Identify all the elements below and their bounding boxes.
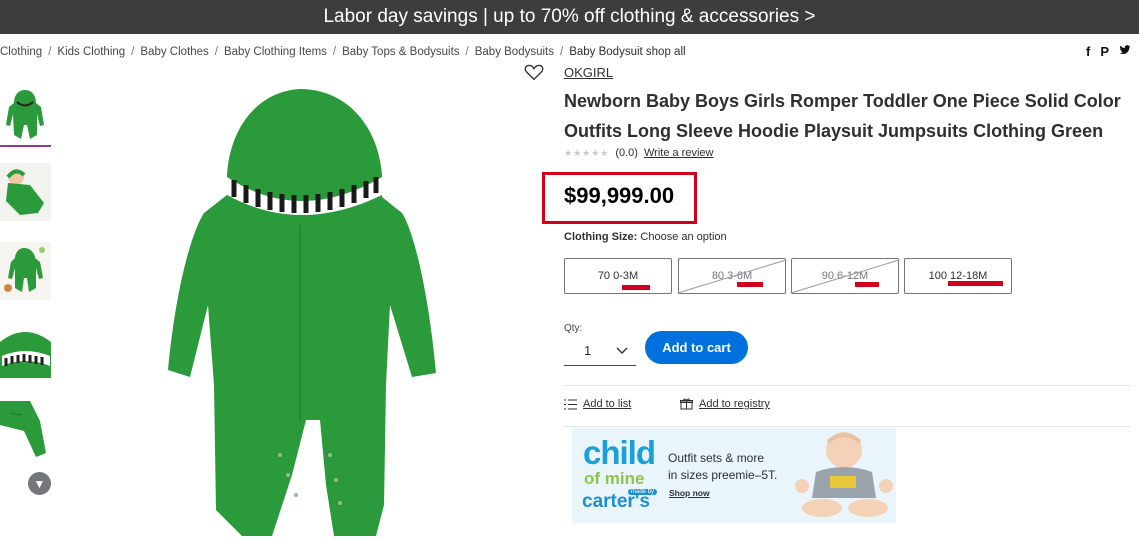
breadcrumb-separator: /: [465, 46, 469, 58]
facebook-icon[interactable]: f: [1086, 44, 1090, 59]
annotation-mark: [622, 285, 650, 290]
add-to-registry-label: Add to registry: [699, 398, 770, 410]
breadcrumb-item[interactable]: Baby Clothes: [140, 46, 208, 58]
breadcrumb-item[interactable]: Baby Bodysuit shop all: [569, 46, 685, 58]
size-option-100[interactable]: 100 12-18M: [904, 258, 1012, 294]
thumbnail-2[interactable]: [0, 163, 51, 221]
pinterest-icon[interactable]: P: [1100, 44, 1109, 59]
breadcrumb-item[interactable]: Baby Tops & Bodysuits: [342, 46, 459, 58]
size-option-90[interactable]: 90 6-12M: [791, 258, 899, 294]
thumbnails-scroll-down-button[interactable]: ▼: [28, 472, 51, 495]
thumbnail-3[interactable]: [0, 242, 51, 300]
size-label: Clothing Size: Choose an option: [564, 231, 727, 243]
annotation-mark: [948, 281, 1003, 286]
twitter-icon[interactable]: [1119, 44, 1131, 56]
thumbnail-5[interactable]: [0, 401, 51, 459]
size-option-70[interactable]: 70 0-3M: [564, 258, 672, 294]
chevron-down-icon: [616, 347, 628, 354]
product-main-image[interactable]: [150, 85, 480, 536]
breadcrumb-separator: /: [131, 46, 135, 58]
add-to-list-label: Add to list: [583, 398, 632, 410]
size-option-label: 70 0-3M: [597, 270, 639, 282]
divider: [564, 385, 1131, 386]
ad-logo-child: child: [583, 434, 656, 471]
annotation-mark: [737, 282, 763, 287]
product-title-line: Newborn Baby Boys Girls Romper Toddler O…: [564, 91, 1121, 111]
product-price: $99,999.00: [564, 183, 675, 208]
size-option-80[interactable]: 80 3-6M: [678, 258, 786, 294]
breadcrumb-item[interactable]: Clothing: [0, 46, 42, 58]
qty-label: Qty:: [564, 323, 583, 334]
breadcrumb-item[interactable]: Kids Clothing: [57, 46, 125, 58]
write-review-link[interactable]: Write a review: [644, 147, 713, 159]
breadcrumb-item[interactable]: Baby Bodysuits: [475, 46, 554, 58]
product-title: Newborn Baby Boys Girls Romper Toddler O…: [564, 86, 1124, 146]
add-to-registry-button[interactable]: Add to registry: [680, 398, 770, 410]
promo-banner-text: Labor day savings | up to 70% off clothi…: [323, 6, 816, 27]
ad-logo-of-mine: of mine: [584, 469, 645, 488]
ad-shop-now-link[interactable]: Shop now: [669, 488, 710, 498]
breadcrumb-separator: /: [332, 46, 337, 58]
list-icon: [564, 399, 577, 409]
ad-logo-carters: carter's: [582, 491, 650, 512]
quantity-select[interactable]: 1: [564, 336, 636, 366]
add-to-cart-button[interactable]: Add to cart: [645, 331, 748, 364]
rating-stars-icon: ★★★★★: [564, 147, 610, 158]
size-label-title: Clothing Size:: [564, 231, 638, 243]
thumbnail-1[interactable]: [0, 87, 51, 147]
breadcrumb: Clothing / Kids Clothing / Baby Clothes / Baby…: [0, 46, 686, 58]
size-label-prompt: Choose an option: [640, 231, 727, 243]
ad-headline: Outfit sets & more: [668, 451, 765, 465]
product-title-line: Outfits Long Sleeve Hoodie Playsuit Jump…: [564, 121, 1104, 141]
divider: [564, 426, 1131, 427]
add-to-list-button[interactable]: Add to list: [564, 398, 631, 410]
rating-row: ★★★★★ (0.0) Write a review: [564, 147, 713, 159]
brand-link[interactable]: OKGIRL: [564, 65, 613, 80]
breadcrumb-separator: /: [560, 46, 564, 58]
ad-baby-image: [795, 432, 893, 517]
size-option-label: 80 3-6M: [711, 270, 753, 282]
thumbnail-4[interactable]: [0, 322, 51, 380]
breadcrumb-item[interactable]: Baby Clothing Items: [224, 46, 327, 58]
size-option-label: 90 6-12M: [821, 270, 869, 282]
heart-icon[interactable]: [524, 63, 544, 81]
promo-banner[interactable]: Labor day savings | up to 70% off clothi…: [0, 0, 1139, 34]
quantity-value: 1: [584, 343, 592, 358]
ad-subheadline: in sizes preemie–5T.: [668, 468, 778, 482]
gift-icon: [680, 398, 693, 410]
rating-value: (0.0): [615, 147, 638, 159]
annotation-mark: [855, 282, 879, 287]
share-icons: f P: [1086, 44, 1131, 59]
breadcrumb-separator: /: [48, 46, 52, 58]
breadcrumb-separator: /: [214, 46, 218, 58]
ad-banner[interactable]: child of mine made by carter's Outfit se…: [572, 428, 896, 523]
chevron-down-icon: ▼: [33, 476, 46, 491]
